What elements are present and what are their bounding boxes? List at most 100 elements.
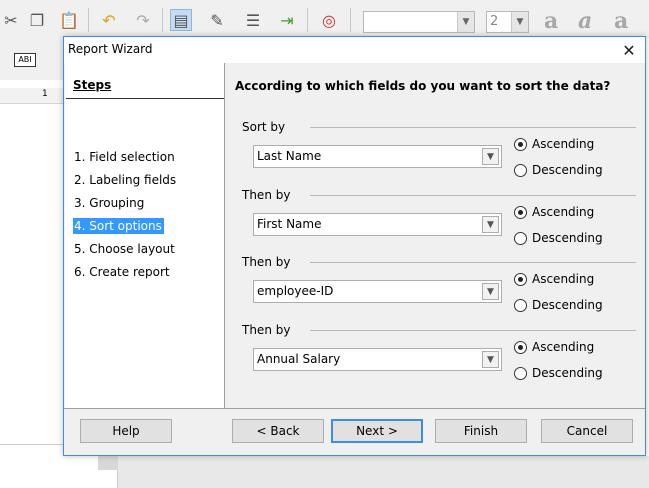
step-field-selection[interactable]: 1. Field selection	[73, 149, 175, 165]
toolbar-separator	[162, 8, 163, 32]
dialog-title: Report Wizard	[68, 42, 153, 56]
radio-unchecked-icon	[514, 163, 527, 177]
back-button[interactable]: < Back	[232, 419, 324, 443]
sort-4-ascending-radio[interactable]: Ascending	[514, 339, 594, 355]
toolbar-separator	[307, 8, 308, 32]
close-icon: ✕	[622, 40, 636, 60]
radio-label: Descending	[532, 366, 603, 380]
help-button-label: Help	[112, 424, 140, 438]
group-separator	[310, 195, 636, 196]
radio-label: Descending	[532, 298, 603, 312]
chevron-down-icon[interactable]: ▼	[457, 12, 474, 32]
radio-unchecked-icon	[514, 298, 527, 312]
radio-label: Descending	[532, 231, 603, 245]
sort-2-descending-radio[interactable]: Descending	[514, 230, 603, 246]
font-name-combo[interactable]: ▼	[363, 11, 475, 33]
group-separator	[310, 262, 636, 263]
help-lifebuoy-icon[interactable]: ◎	[318, 9, 340, 31]
toolbar-separator	[88, 8, 89, 32]
step-choose-layout[interactable]: 5. Choose layout	[73, 241, 175, 257]
then-by-label: Then by	[242, 323, 291, 337]
step-sort-options[interactable]: 4. Sort options	[73, 218, 164, 234]
document-scroll-corner	[98, 456, 118, 470]
cut-icon[interactable]: ✂	[0, 9, 22, 31]
sort-field-3-value: employee-ID	[257, 284, 334, 298]
font-size-value: 2	[490, 14, 499, 29]
table-icon[interactable]: ▤	[170, 9, 192, 31]
sort-field-4-value: Annual Salary	[257, 352, 341, 366]
text-field-button[interactable]: ABI	[14, 53, 36, 67]
help-button[interactable]: Help	[80, 419, 172, 443]
sort-field-3-select[interactable]: employee-ID ▼	[253, 280, 502, 303]
document-area[interactable]	[0, 104, 64, 444]
bold-a-icon[interactable]: a	[544, 8, 558, 34]
app-toolbar: ✂ ❐ 📋 ↶ ↷ ▤ ✎ ☰ ⇥ ◎ ▼ 2 ▼ a a a	[0, 0, 649, 38]
sort-field-4-select[interactable]: Annual Salary ▼	[253, 348, 502, 371]
step-grouping[interactable]: 3. Grouping	[73, 195, 144, 211]
radio-label: Ascending	[532, 205, 595, 219]
radio-unchecked-icon	[514, 366, 527, 380]
button-bar-divider	[64, 408, 645, 409]
sort-3-ascending-radio[interactable]: Ascending	[514, 271, 594, 287]
chevron-down-icon[interactable]: ▼	[511, 12, 528, 32]
ruler-mark: 1	[42, 89, 48, 99]
step-create-report[interactable]: 6. Create report	[73, 264, 170, 280]
sort-1-ascending-radio[interactable]: Ascending	[514, 136, 594, 152]
sort-3-descending-radio[interactable]: Descending	[514, 297, 603, 313]
align-icon[interactable]: a	[614, 8, 628, 34]
step-labeling-fields[interactable]: 2. Labeling fields	[73, 172, 176, 188]
import-icon[interactable]: ⇥	[276, 9, 298, 31]
steps-heading: Steps	[73, 78, 112, 92]
radio-label: Ascending	[532, 137, 595, 151]
italic-a-icon[interactable]: a	[578, 8, 592, 34]
radio-label: Descending	[532, 163, 603, 177]
paste-icon[interactable]: 📋	[58, 9, 80, 31]
ruler: 1	[0, 88, 64, 104]
report-wizard-dialog: Report Wizard ✕ Steps 1. Field selection…	[63, 36, 646, 456]
cancel-button-label: Cancel	[566, 424, 608, 438]
undo-icon[interactable]: ↶	[98, 9, 120, 31]
finish-button-label: Finish	[463, 424, 499, 438]
group-separator	[310, 127, 636, 128]
redo-icon[interactable]: ↷	[132, 9, 154, 31]
sort-2-ascending-radio[interactable]: Ascending	[514, 204, 594, 220]
font-size-combo[interactable]: 2 ▼	[486, 11, 529, 33]
sort-4-descending-radio[interactable]: Descending	[514, 365, 603, 381]
sort-field-2-select[interactable]: First Name ▼	[253, 213, 502, 236]
panel-divider	[224, 63, 225, 408]
sort-field-1-value: Last Name	[257, 149, 322, 163]
dialog-titlebar[interactable]: Report Wizard ✕	[64, 37, 645, 63]
chevron-down-icon[interactable]: ▼	[482, 216, 499, 233]
radio-checked-icon	[514, 205, 527, 219]
steps-panel: Steps 1. Field selection 2. Labeling fie…	[65, 63, 225, 408]
page-question: According to which fields do you want to…	[235, 79, 611, 93]
toolbar-separator	[350, 8, 351, 32]
sort-by-label: Sort by	[242, 120, 286, 134]
steps-divider	[66, 98, 225, 99]
chevron-down-icon[interactable]: ▼	[482, 283, 499, 300]
edit-icon[interactable]: ✎	[206, 9, 228, 31]
then-by-label: Then by	[242, 255, 291, 269]
sort-1-descending-radio[interactable]: Descending	[514, 162, 603, 178]
chevron-down-icon[interactable]: ▼	[482, 351, 499, 368]
radio-unchecked-icon	[514, 231, 527, 245]
copy-icon[interactable]: ❐	[26, 9, 48, 31]
then-by-label: Then by	[242, 188, 291, 202]
form-icon[interactable]: ☰	[242, 9, 264, 31]
chevron-down-icon[interactable]: ▼	[482, 148, 499, 165]
finish-button[interactable]: Finish	[435, 419, 527, 443]
app-secondary-toolbar: ABI	[0, 38, 64, 80]
group-separator	[310, 330, 636, 331]
radio-checked-icon	[514, 340, 527, 354]
radio-label: Ascending	[532, 340, 595, 354]
sort-field-1-select[interactable]: Last Name ▼	[253, 145, 502, 168]
close-button[interactable]: ✕	[613, 37, 645, 63]
next-button[interactable]: Next >	[331, 419, 423, 443]
radio-checked-icon	[514, 272, 527, 286]
cancel-button[interactable]: Cancel	[541, 419, 633, 443]
back-button-label: < Back	[256, 424, 300, 438]
sort-field-2-value: First Name	[257, 217, 322, 231]
radio-label: Ascending	[532, 272, 595, 286]
next-button-label: Next >	[356, 424, 398, 438]
radio-checked-icon	[514, 137, 527, 151]
